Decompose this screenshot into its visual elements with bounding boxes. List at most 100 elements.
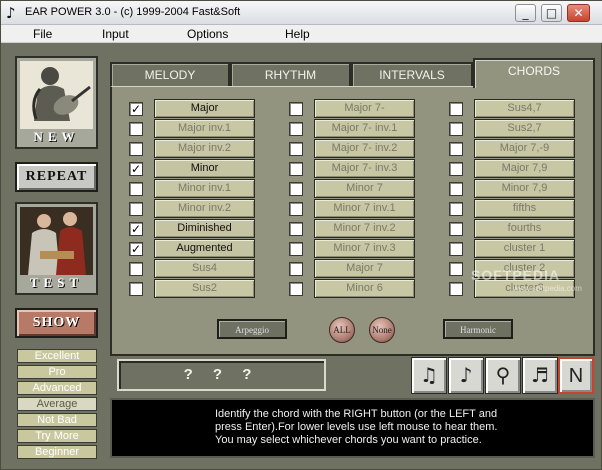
chord-checkbox[interactable] [129,202,143,216]
menu-help[interactable]: Help [285,27,310,41]
chord-button[interactable]: Sus2 [154,279,255,298]
microphone-icon[interactable]: ⚲ [485,357,521,394]
chord-button[interactable]: Minor 7 [314,179,415,198]
chord-checkbox[interactable] [289,202,303,216]
level-not-bad[interactable]: Not Bad [17,413,97,427]
chord-button[interactable]: Minor 7 inv.3 [314,239,415,258]
new-button[interactable]: NEW [15,56,98,149]
chord-checkbox[interactable] [129,182,143,196]
level-beginner[interactable]: Beginner [17,445,97,459]
chord-button[interactable]: fifths [474,199,575,218]
close-button[interactable]: ✕ [567,4,590,22]
chord-checkbox[interactable] [289,262,303,276]
info-line: Identify the chord with the RIGHT button… [215,408,498,420]
info-line: press Enter).For lower levels use left m… [215,421,498,433]
new-label: NEW [33,129,80,144]
chord-checkbox[interactable] [449,202,463,216]
chord-checkbox[interactable] [289,122,303,136]
chord-button[interactable]: Major 7,9 [474,159,575,178]
chord-checkbox[interactable] [289,102,303,116]
chord-checkbox[interactable] [449,222,463,236]
chord-button[interactable]: Minor inv.2 [154,199,255,218]
select-all-button[interactable]: ALL [329,317,355,343]
chord-checkbox[interactable] [449,142,463,156]
menu-bar: File Input Options Help [1,25,602,43]
minimize-button[interactable]: _ [515,4,536,22]
chord-button[interactable]: Major 7- inv.1 [314,119,415,138]
level-advanced[interactable]: Advanced [17,381,97,395]
test-label: TEST [29,275,84,290]
select-none-button[interactable]: None [369,317,395,343]
chord-button[interactable]: cluster 1 [474,239,575,258]
chord-button[interactable]: Minor 7,9 [474,179,575,198]
chord-checkbox[interactable]: ✓ [129,102,143,116]
chord-checkbox[interactable] [289,242,303,256]
chord-checkbox[interactable] [289,142,303,156]
softpedia-watermark: SOFTPEDIA [471,267,561,283]
chord-checkbox[interactable] [129,262,143,276]
tab-chords[interactable]: CHORDS [473,58,595,88]
chord-button[interactable]: fourths [474,219,575,238]
tab-intervals[interactable]: INTERVALS [351,62,473,86]
chord-checkbox[interactable] [449,282,463,296]
chord-button[interactable]: Major 7- inv.2 [314,139,415,158]
tab-rhythm[interactable]: RHYTHM [230,62,351,86]
chord-button[interactable]: Major [154,99,255,118]
tab-melody[interactable]: MELODY [110,62,230,86]
chord-button[interactable]: Sus4 [154,259,255,278]
level-average[interactable]: Average [17,397,97,411]
chord-checkbox[interactable] [289,222,303,236]
chord-button[interactable]: Major 7 [314,259,415,278]
chord-checkbox[interactable] [449,182,463,196]
chord-checkbox[interactable] [449,242,463,256]
test-button[interactable]: TEST [15,202,98,295]
chord-checkbox[interactable]: ✓ [129,242,143,256]
menu-file[interactable]: File [33,27,52,41]
chord-button[interactable]: Minor 7 inv.2 [314,219,415,238]
arpeggio-button[interactable]: Arpeggio [217,319,287,339]
chord-button[interactable]: Major 7- inv.3 [314,159,415,178]
chord-button[interactable]: Minor [154,159,255,178]
chord-checkbox[interactable] [289,182,303,196]
chord-checkbox[interactable] [449,122,463,136]
sheet-music-icon[interactable]: ♬ [522,357,558,394]
chord-button[interactable]: Sus4,7 [474,99,575,118]
chord-button[interactable]: Major inv.1 [154,119,255,138]
chord-button[interactable]: Minor 7 inv.1 [314,199,415,218]
chord-button[interactable]: Major inv.2 [154,139,255,158]
piano-icon[interactable]: ♫ [411,357,447,394]
menu-options[interactable]: Options [187,27,228,41]
guitar-icon[interactable]: ♪ [448,357,484,394]
music-note-icon: ♪ [6,4,16,22]
harmonic-button[interactable]: Harmonic [443,319,513,339]
chord-button[interactable]: Minor 6 [314,279,415,298]
chord-checkbox[interactable] [129,122,143,136]
level-try-more[interactable]: Try More [17,429,97,443]
chord-checkbox[interactable] [289,282,303,296]
level-excellent[interactable]: Excellent [17,349,97,363]
info-box: Identify the chord with the RIGHT button… [110,398,595,458]
chord-button[interactable]: Minor inv.1 [154,179,255,198]
chord-checkbox[interactable] [449,102,463,116]
repeat-button[interactable]: REPEAT [15,162,98,192]
lute-player-image [20,61,93,129]
chord-checkbox[interactable] [449,162,463,176]
chord-button[interactable]: Major 7- [314,99,415,118]
show-button[interactable]: SHOW [15,308,98,338]
level-pro[interactable]: Pro [17,365,97,379]
chord-button[interactable]: Diminished [154,219,255,238]
notation-n-icon[interactable]: N [558,357,594,394]
chord-button[interactable]: Sus2,7 [474,119,575,138]
chord-checkbox[interactable]: ✓ [129,222,143,236]
answer-display: ? ? ? [117,359,326,391]
chord-checkbox[interactable] [129,142,143,156]
menu-input[interactable]: Input [102,27,129,41]
maximize-button[interactable]: □ [541,4,562,22]
chord-checkbox[interactable] [129,282,143,296]
musicians-image [20,207,93,275]
chord-checkbox[interactable]: ✓ [129,162,143,176]
chord-checkbox[interactable] [289,162,303,176]
chord-button[interactable]: Major 7,-9 [474,139,575,158]
chord-button[interactable]: Augmented [154,239,255,258]
chord-checkbox[interactable] [449,262,463,276]
